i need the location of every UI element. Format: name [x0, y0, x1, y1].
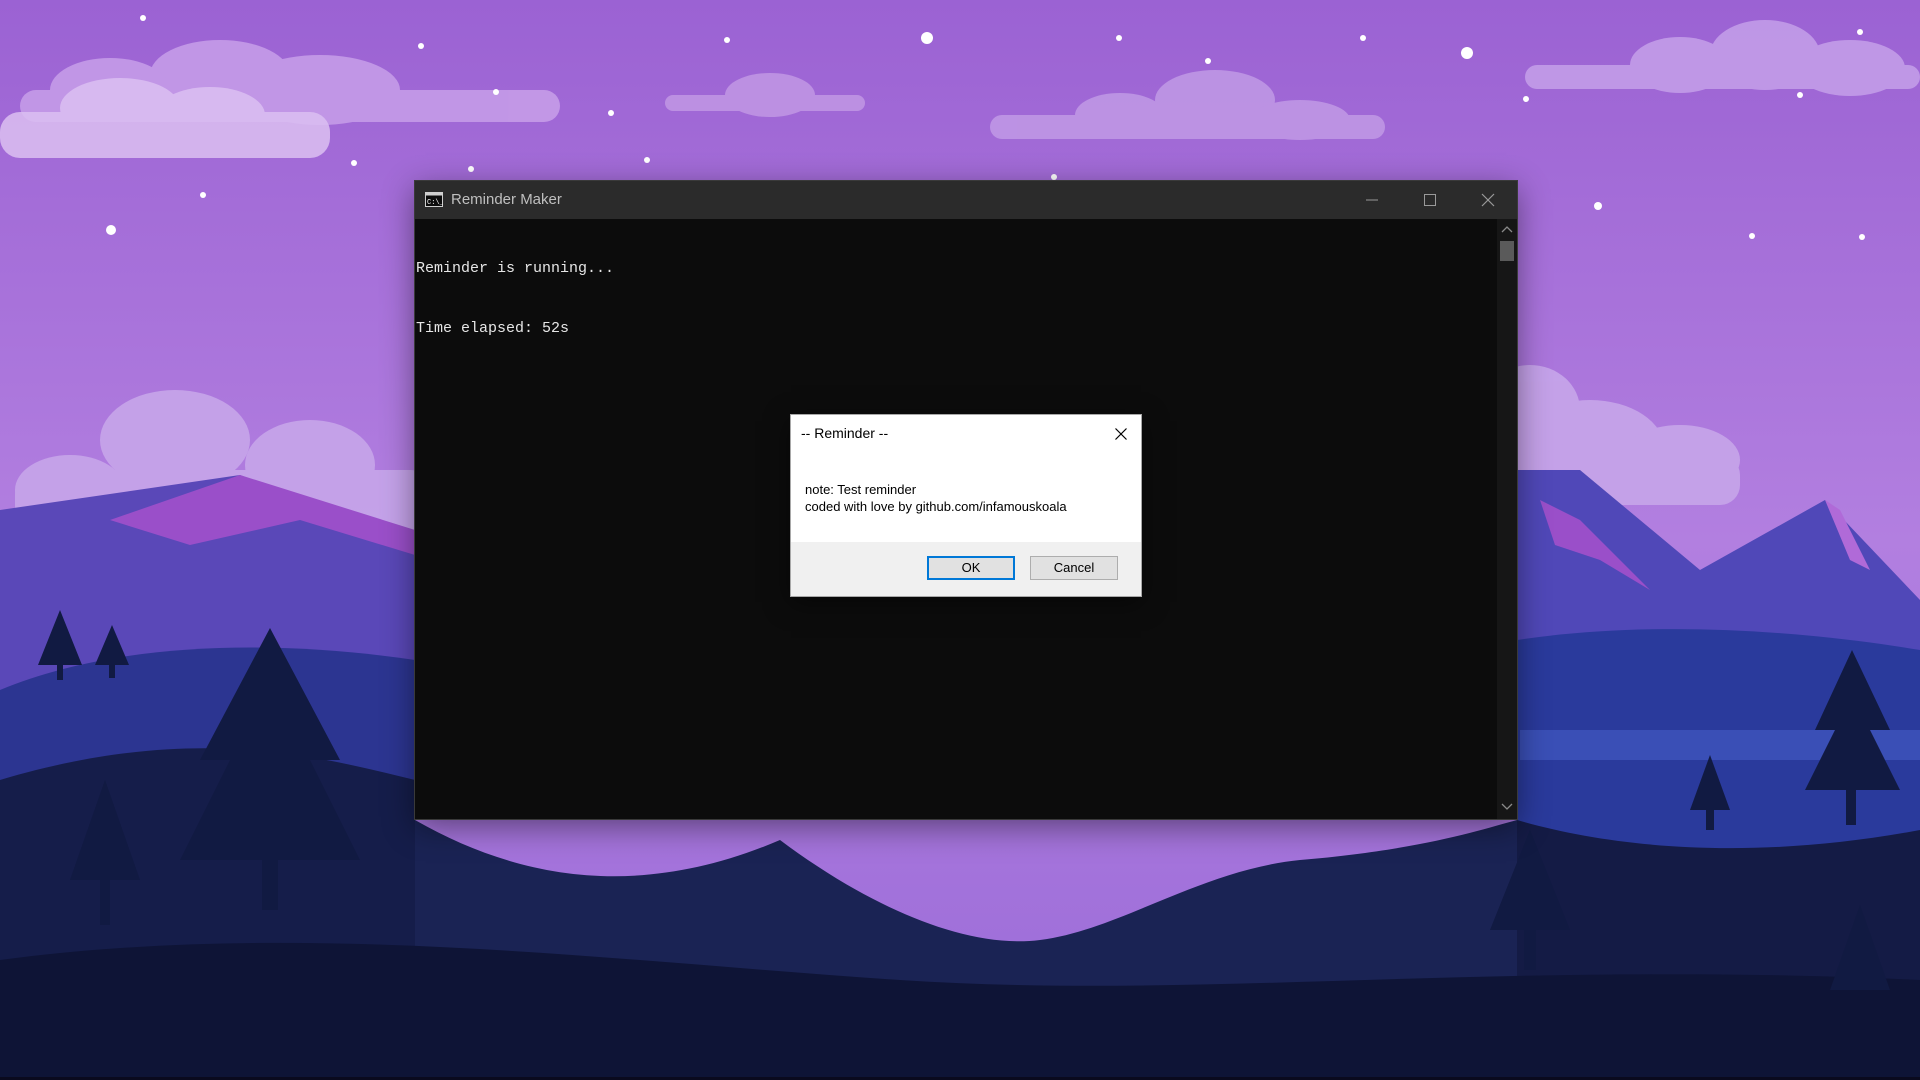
minimize-icon — [1366, 199, 1378, 201]
dialog-message-line: note: Test reminder — [805, 482, 917, 497]
maximize-button[interactable] — [1401, 181, 1459, 219]
cancel-button[interactable]: Cancel — [1030, 556, 1118, 580]
minimize-button[interactable] — [1343, 181, 1401, 219]
svg-text:C:\_: C:\_ — [427, 199, 443, 207]
scroll-up-arrow-icon[interactable] — [1501, 225, 1513, 233]
console-line: Time elapsed: 52s — [416, 320, 570, 337]
dialog-message: note: Test reminder coded with love by g… — [805, 481, 1067, 515]
dialog-message-line: coded with love by github.com/infamousko… — [805, 499, 1067, 514]
console-titlebar[interactable]: C:\_ Reminder Maker — [415, 181, 1517, 219]
desktop: C:\_ Reminder Maker Reminder is running.… — [0, 0, 1920, 1080]
scrollbar-thumb[interactable] — [1500, 241, 1514, 261]
scroll-down-arrow-icon[interactable] — [1501, 803, 1513, 811]
maximize-icon — [1424, 194, 1436, 206]
close-icon — [1115, 428, 1127, 440]
console-window-title: Reminder Maker — [451, 191, 562, 208]
console-scrollbar[interactable] — [1497, 219, 1517, 819]
console-line: Reminder is running... — [416, 260, 615, 277]
close-button[interactable] — [1459, 181, 1517, 219]
dialog-close-button[interactable] — [1109, 423, 1133, 445]
reminder-dialog[interactable]: -- Reminder -- note: Test reminder coded… — [791, 415, 1141, 596]
ok-button[interactable]: OK — [927, 556, 1015, 580]
close-icon — [1481, 193, 1495, 207]
dialog-title: -- Reminder -- — [801, 425, 889, 441]
console-app-icon: C:\_ — [425, 192, 445, 207]
